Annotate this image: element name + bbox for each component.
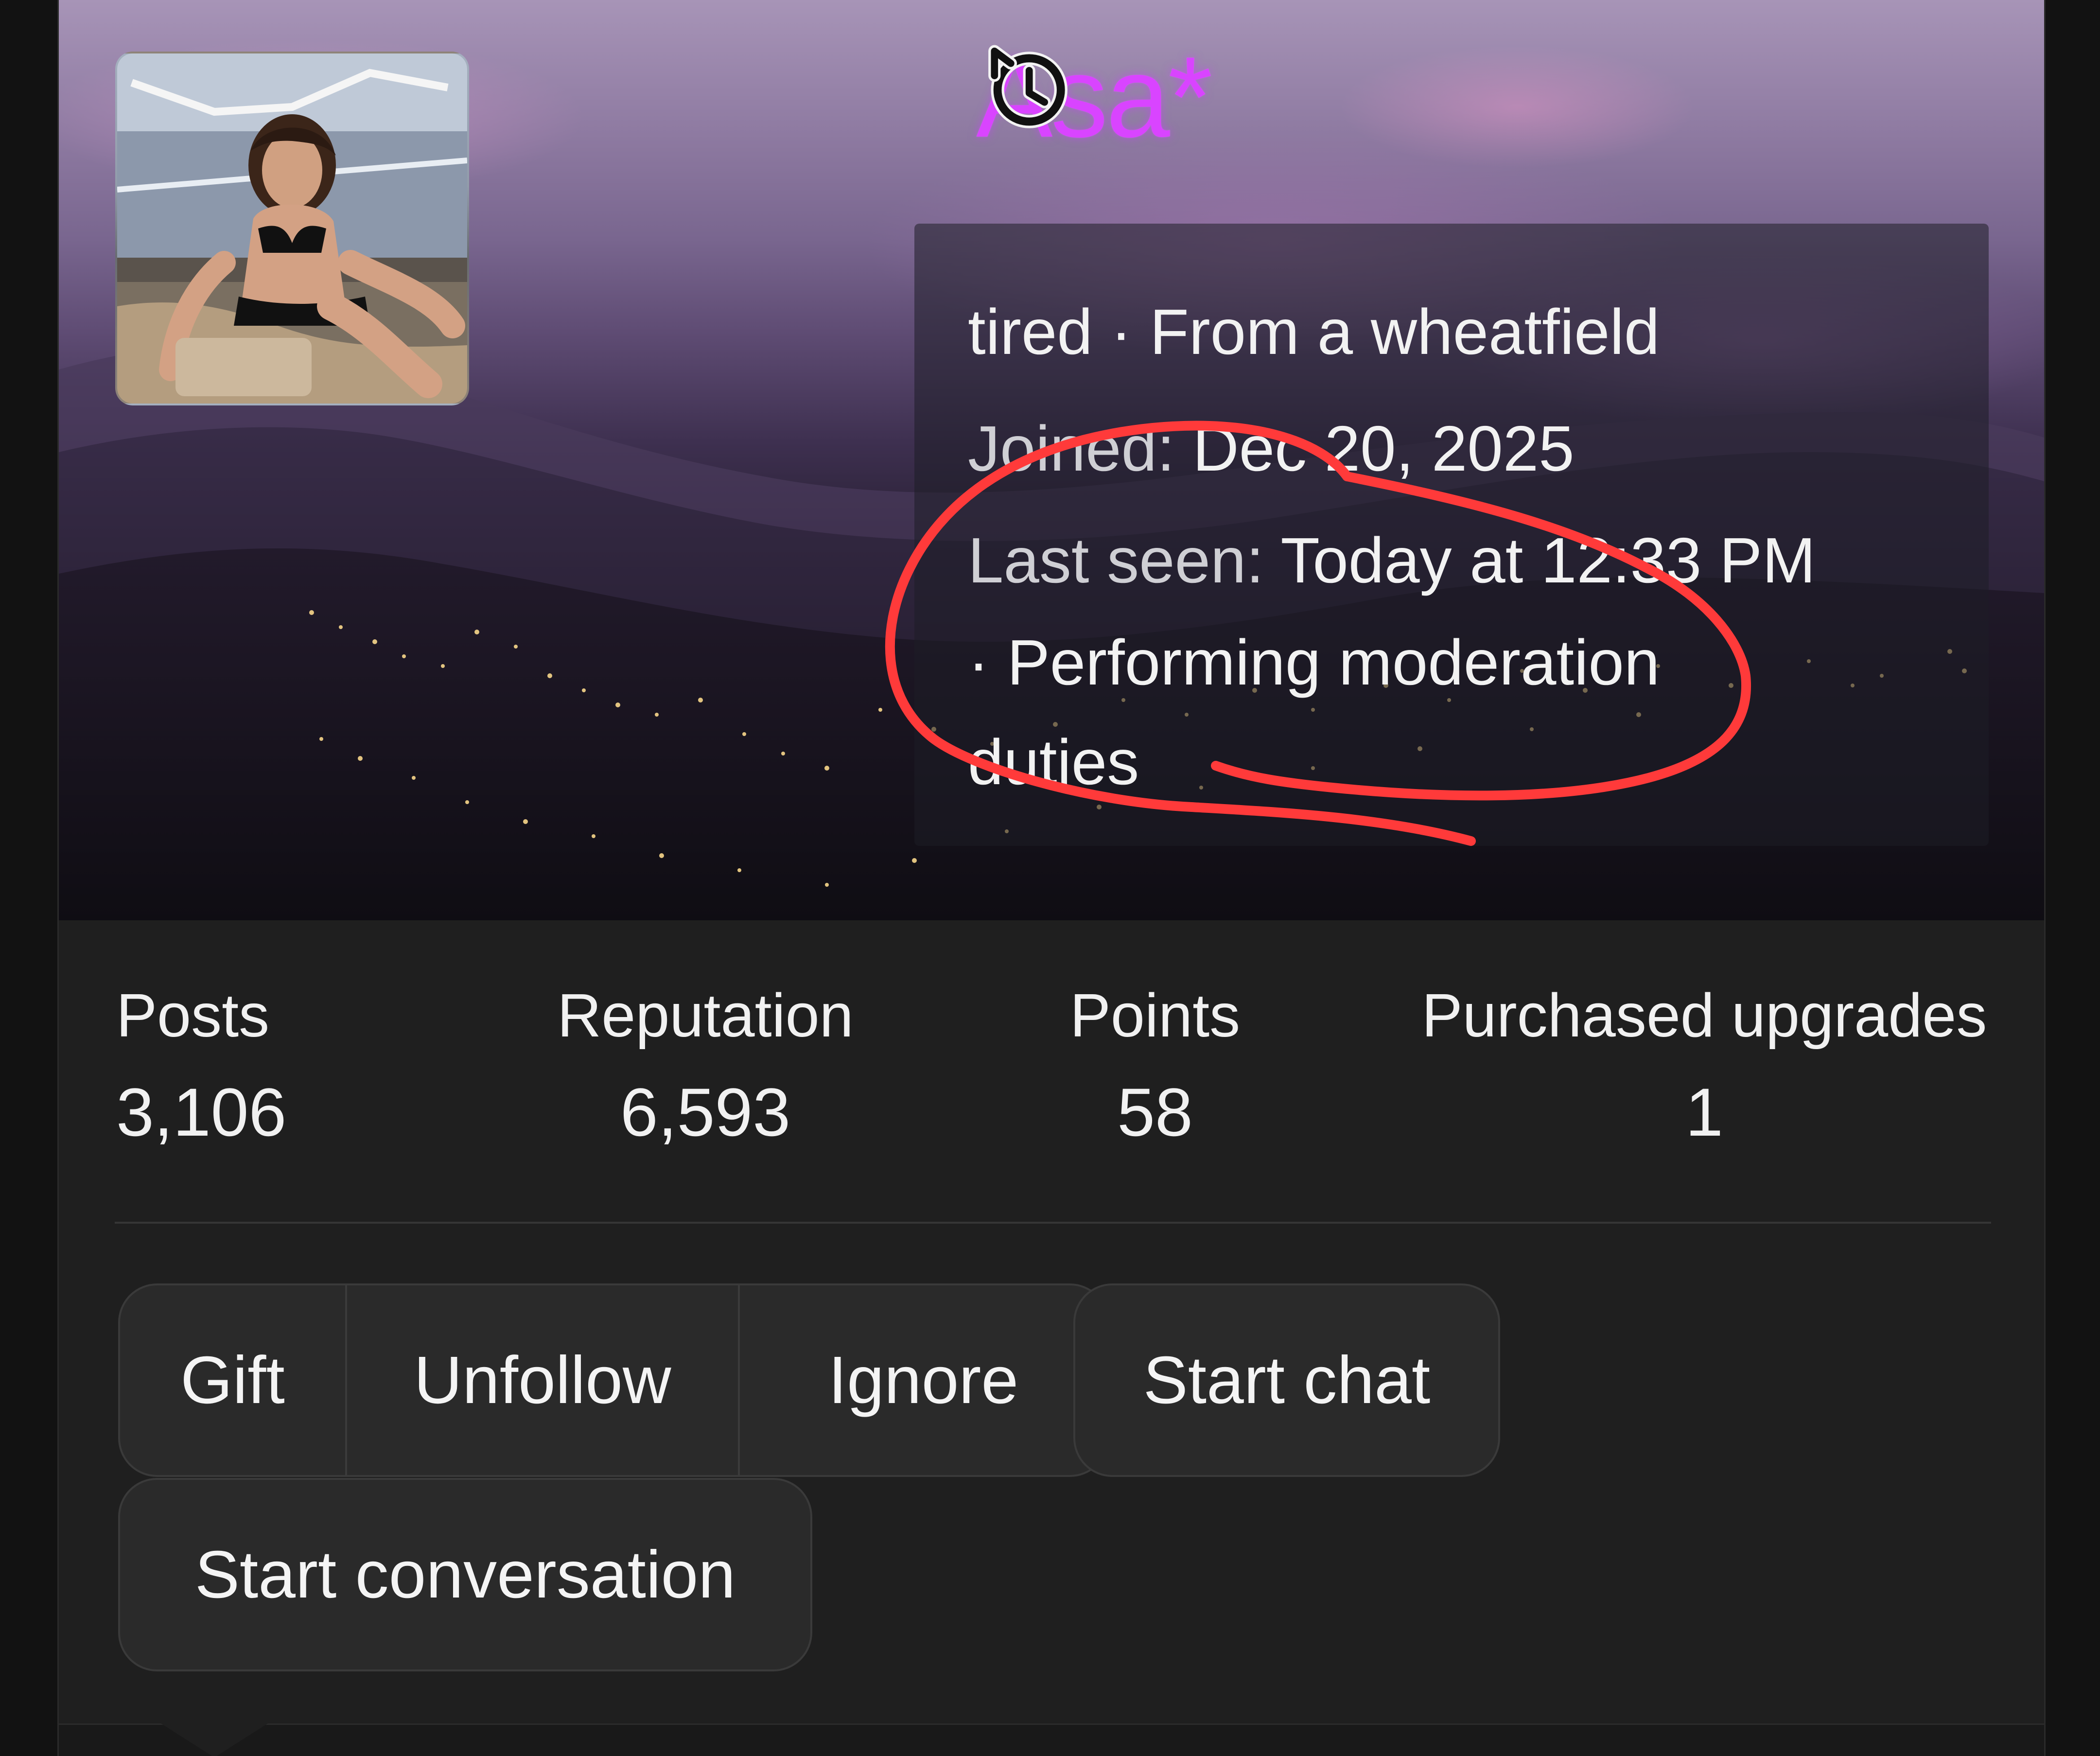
activity-line-2: duties [968, 727, 1139, 797]
purchased-upgrades-stat: Purchased upgrades 1 [1391, 982, 2018, 1150]
joined-line: Joined: Dec 20, 2025 [968, 413, 1575, 484]
posts-label: Posts [116, 981, 270, 1050]
points-label: Points [1069, 981, 1241, 1050]
reputation-label: Reputation [557, 981, 854, 1050]
ignore-button[interactable]: Ignore [738, 1285, 1107, 1475]
joined-value: Dec 20, 2025 [1192, 413, 1575, 484]
reputation-stat: Reputation 6,593 [482, 982, 929, 1150]
profile-banner: Asa* tired · From a wheatfield Joined: D… [59, 0, 2044, 920]
unfollow-button[interactable]: Unfollow [345, 1285, 738, 1475]
status-text: tired [968, 296, 1093, 368]
activity-line-1: · Performing moderation [968, 627, 1660, 698]
profile-page: Asa* tired · From a wheatfield Joined: D… [0, 0, 2100, 1756]
activity-prefix: · [968, 627, 989, 698]
profile-action-group: Gift Unfollow Ignore [118, 1283, 1109, 1477]
location-text: From a wheatfield [1150, 296, 1660, 368]
reputation-value[interactable]: 6,593 [482, 1074, 929, 1150]
points-stat: Points 58 [910, 982, 1400, 1150]
purchased-upgrades-value[interactable]: 1 [1391, 1074, 2018, 1150]
activity-text-1: Performing moderation [1007, 627, 1660, 698]
status-separator: · [1110, 296, 1132, 368]
last-seen-label: Last seen: [968, 525, 1264, 596]
username-row: Asa* [976, 39, 1213, 156]
start-chat-group: Start chat [1073, 1283, 1500, 1477]
joined-label: Joined: [968, 413, 1175, 484]
right-page-edge [2043, 0, 2100, 1756]
start-chat-button[interactable]: Start chat [1075, 1285, 1498, 1475]
start-conversation-group: Start conversation [118, 1478, 812, 1671]
bottom-strip [59, 1723, 2044, 1756]
start-conversation-button[interactable]: Start conversation [120, 1480, 810, 1669]
last-seen-line: Last seen: Today at 12:33 PM [968, 525, 1816, 596]
history-icon[interactable] [976, 39, 1078, 141]
purchased-upgrades-label: Purchased upgrades [1421, 981, 1987, 1050]
posts-value[interactable]: 3,106 [116, 1074, 291, 1150]
profile-card: Asa* tired · From a wheatfield Joined: D… [57, 0, 2046, 1756]
last-seen-value: Today at 12:33 PM [1280, 525, 1816, 596]
posts-stat: Posts 3,106 [116, 982, 291, 1150]
gift-button[interactable]: Gift [120, 1285, 345, 1475]
avatar-image [117, 53, 467, 404]
profile-info-box: tired · From a wheatfield Joined: Dec 20… [914, 224, 1989, 846]
status-location-line: tired · From a wheatfield [968, 297, 1660, 367]
activity-text-2: duties [968, 726, 1139, 798]
stats-divider [115, 1222, 1991, 1224]
avatar[interactable] [115, 52, 469, 405]
popover-tail [161, 1723, 268, 1756]
points-value[interactable]: 58 [910, 1074, 1400, 1150]
left-page-edge [0, 0, 57, 1756]
